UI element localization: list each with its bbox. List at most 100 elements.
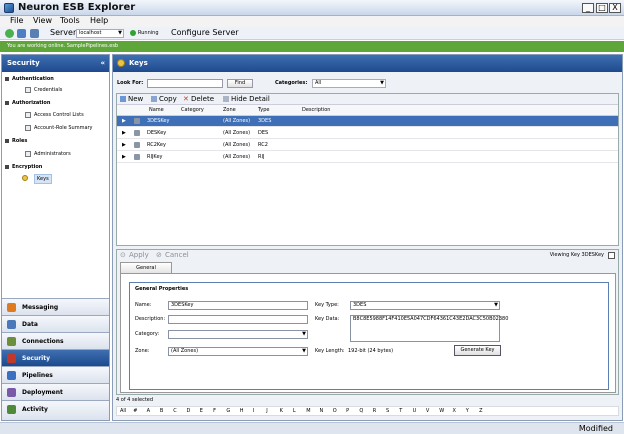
alphabet-filter-m[interactable]: M xyxy=(306,408,310,414)
alphabet-filter-all[interactable]: All xyxy=(120,408,126,414)
column-header-category[interactable]: Category xyxy=(181,107,204,113)
activity-icon xyxy=(7,405,16,414)
hide-detail-button[interactable]: Hide Detail xyxy=(231,95,270,103)
tree-item-keys[interactable]: Keys xyxy=(2,173,109,184)
look-for-input[interactable] xyxy=(147,79,223,88)
alphabet-filter-k[interactable]: K xyxy=(280,408,283,414)
nav-activity[interactable]: Activity xyxy=(2,400,109,420)
alphabet-filter-d[interactable]: D xyxy=(187,408,191,414)
column-header-name[interactable]: Name xyxy=(149,107,164,113)
close-button[interactable]: X xyxy=(609,3,621,13)
categories-select[interactable]: All ▼ xyxy=(312,79,386,88)
delete-button[interactable]: Delete xyxy=(191,95,214,103)
table-row[interactable]: ▶ RIJKey (All Zones) RIJ xyxy=(117,152,618,163)
row-expand-icon[interactable]: ▶ xyxy=(122,154,126,160)
alphabet-filter-e[interactable]: E xyxy=(200,408,203,414)
apply-button[interactable]: Apply xyxy=(129,251,149,259)
column-header-description[interactable]: Description xyxy=(302,107,330,113)
chevron-down-icon: ▼ xyxy=(302,348,306,354)
menu-tools[interactable]: Tools xyxy=(60,16,80,25)
alphabet-filter-b[interactable]: B xyxy=(160,408,163,414)
collapse-icon[interactable] xyxy=(5,101,9,105)
alphabet-filter-hash[interactable]: # xyxy=(133,408,137,414)
tree-item-administrators[interactable]: Administrators xyxy=(2,149,109,159)
cancel-button[interactable]: Cancel xyxy=(165,251,189,259)
table-row[interactable]: ▶ DESKey (All Zones) DES xyxy=(117,128,618,139)
alphabet-filter-z[interactable]: Z xyxy=(479,408,482,414)
tree-group-roles[interactable]: Roles xyxy=(2,136,109,146)
nav-messaging[interactable]: Messaging xyxy=(2,298,109,315)
configure-server-button[interactable]: Configure Server xyxy=(171,28,239,37)
row-expand-icon[interactable]: ▶ xyxy=(122,118,126,124)
key-type-select[interactable]: 3DES ▼ xyxy=(350,301,500,310)
column-header-zone[interactable]: Zone xyxy=(223,107,236,113)
nav-security[interactable]: Security xyxy=(2,349,109,366)
alphabet-filter-x[interactable]: X xyxy=(453,408,456,414)
alphabet-filter-r[interactable]: R xyxy=(373,408,376,414)
alphabet-filter-w[interactable]: W xyxy=(439,408,444,414)
collapse-icon[interactable] xyxy=(5,165,9,169)
alphabet-filter-n[interactable]: N xyxy=(320,408,324,414)
alphabet-filter-j[interactable]: J xyxy=(266,408,267,414)
alphabet-filter-s[interactable]: S xyxy=(386,408,389,414)
row-expand-icon[interactable]: ▶ xyxy=(122,142,126,148)
name-field[interactable]: 3DESKey xyxy=(168,301,308,310)
collapse-icon[interactable] xyxy=(5,77,9,81)
nav-connections[interactable]: Connections xyxy=(2,332,109,349)
find-button[interactable]: Find xyxy=(227,79,253,88)
detail-panel: ⊙ Apply ⊘ Cancel Viewing Key 3DESKey Gen… xyxy=(116,249,619,395)
nav-deployment[interactable]: Deployment xyxy=(2,383,109,400)
running-status-label[interactable]: Running xyxy=(138,30,159,36)
deploy-icon[interactable] xyxy=(30,29,39,38)
close-detail-icon[interactable] xyxy=(608,252,615,259)
column-header-type[interactable]: Type xyxy=(258,107,269,113)
table-row[interactable]: ▶ 3DESKey (All Zones) 3DES xyxy=(117,116,618,127)
collapse-chevron-icon[interactable]: « xyxy=(100,55,105,72)
minimize-button[interactable]: _ xyxy=(582,3,594,13)
category-select[interactable]: ▼ xyxy=(168,330,308,339)
table-row[interactable]: ▶ RC2Key (All Zones) RC2 xyxy=(117,140,618,151)
alphabet-filter-bar: All # A B C D E F G H I J K L M N O P Q R S T U V W X Y Z xyxy=(116,406,619,416)
nav-data[interactable]: Data xyxy=(2,315,109,332)
alphabet-filter-a[interactable]: A xyxy=(147,408,150,414)
zone-select[interactable]: (All Zones) ▼ xyxy=(168,347,308,356)
cell-name: 3DESKey xyxy=(147,118,170,124)
alphabet-filter-c[interactable]: C xyxy=(173,408,177,414)
refresh-icon[interactable] xyxy=(5,29,14,38)
summary-icon xyxy=(25,125,31,131)
alphabet-filter-g[interactable]: G xyxy=(226,408,230,414)
alphabet-filter-i[interactable]: I xyxy=(253,408,254,414)
tree-group-authorization[interactable]: Authorization xyxy=(2,98,109,108)
alphabet-filter-u[interactable]: U xyxy=(413,408,417,414)
tree-group-authentication[interactable]: Authentication xyxy=(2,74,109,84)
key-data-field[interactable]: B8C8E5988F14F410E5A047CDF64361C43E2DAC3C… xyxy=(350,315,508,342)
alphabet-filter-f[interactable]: F xyxy=(213,408,216,414)
alphabet-filter-p[interactable]: P xyxy=(346,408,349,414)
collapse-icon[interactable] xyxy=(5,139,9,143)
tree-group-encryption[interactable]: Encryption xyxy=(2,162,109,172)
tab-general[interactable]: General xyxy=(120,262,172,273)
alphabet-filter-o[interactable]: O xyxy=(333,408,337,414)
tree-item-access-control-lists[interactable]: Access Control Lists xyxy=(2,110,109,120)
alphabet-filter-l[interactable]: L xyxy=(293,408,296,414)
copy-button[interactable]: Copy xyxy=(159,95,177,103)
new-button[interactable]: New xyxy=(128,95,143,103)
menu-view[interactable]: View xyxy=(33,16,52,25)
row-expand-icon[interactable]: ▶ xyxy=(122,130,126,136)
alphabet-filter-t[interactable]: T xyxy=(399,408,402,414)
menu-help[interactable]: Help xyxy=(90,16,108,25)
server-select[interactable]: localhost ▼ xyxy=(76,29,124,38)
maximize-button[interactable]: □ xyxy=(596,3,608,13)
generate-key-button[interactable]: Generate Key xyxy=(454,345,501,356)
alphabet-filter-y[interactable]: Y xyxy=(466,408,469,414)
tree-item-account-role-summary[interactable]: Account-Role Summary xyxy=(2,123,109,133)
connections-icon xyxy=(7,337,16,346)
tree-item-credentials[interactable]: Credentials xyxy=(2,85,109,95)
menu-file[interactable]: File xyxy=(10,16,23,25)
save-icon[interactable] xyxy=(17,29,26,38)
nav-pipelines[interactable]: Pipelines xyxy=(2,366,109,383)
alphabet-filter-h[interactable]: H xyxy=(240,408,244,414)
alphabet-filter-q[interactable]: Q xyxy=(359,408,363,414)
description-field[interactable] xyxy=(168,315,308,324)
alphabet-filter-v[interactable]: V xyxy=(426,408,429,414)
